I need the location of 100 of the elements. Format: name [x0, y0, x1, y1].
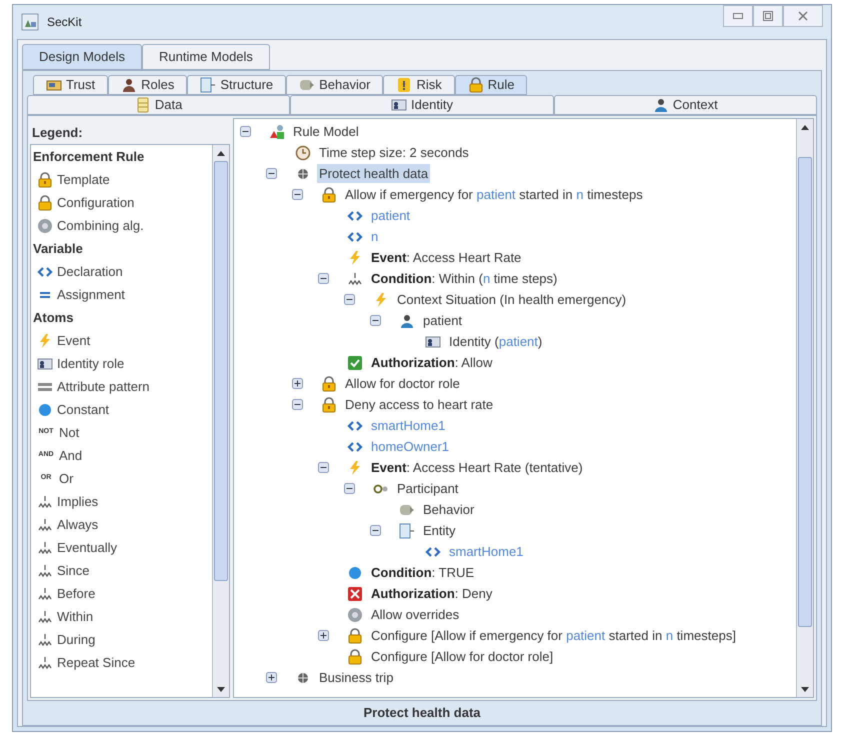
tab[interactable]: Behavior [286, 75, 384, 95]
person-icon [652, 97, 669, 113]
tree-node-label[interactable]: Time step size: 2 seconds [317, 142, 471, 162]
lightning-icon [347, 460, 363, 476]
person-icon [399, 312, 415, 328]
tree-node-label[interactable]: Deny access to heart rate [343, 394, 496, 414]
tree-node-label[interactable]: Allow for doctor role [343, 374, 462, 394]
tree-node-label[interactable]: Context Situation (In health emergency) [395, 290, 628, 310]
temporal-operator-icon [37, 632, 53, 648]
warning-icon [396, 77, 412, 93]
temporal-operator-icon [347, 270, 363, 286]
expand-icon[interactable] [318, 630, 329, 641]
tree-node-label[interactable]: n [369, 226, 380, 246]
legend-section-title: Variable [33, 240, 83, 258]
tab[interactable]: Risk [383, 75, 455, 95]
legend-item-label: Template [57, 170, 110, 189]
structure-icon [399, 522, 415, 538]
id-card-icon [391, 97, 408, 113]
legend-item-label: Declaration [57, 262, 123, 281]
expand-icon[interactable] [266, 672, 277, 683]
checkmark-icon [347, 354, 363, 370]
tree-node-label[interactable]: Behavior [421, 500, 476, 520]
collapse-icon[interactable] [344, 294, 355, 305]
close-button[interactable] [783, 5, 823, 27]
tree-node-label[interactable]: Identity (patient) [447, 332, 544, 352]
minimize-button[interactable] [723, 5, 753, 27]
tab[interactable]: Structure [187, 75, 286, 95]
temporal-operator-icon [37, 562, 53, 578]
structure-icon [200, 77, 216, 93]
collapse-icon[interactable] [292, 399, 303, 410]
collapse-icon[interactable] [266, 168, 277, 179]
tree-node-label[interactable]: Rule Model [291, 122, 361, 142]
id-card-icon [425, 334, 441, 350]
tree-node-label[interactable]: smartHome1 [447, 542, 526, 562]
scroll-bar[interactable] [212, 145, 229, 697]
expand-icon[interactable] [292, 378, 303, 389]
temporal-operator-icon [37, 516, 53, 532]
padlock-icon [321, 186, 337, 202]
collapse-icon[interactable] [240, 126, 251, 137]
tab[interactable]: Data [27, 95, 290, 115]
tab[interactable]: Roles [108, 75, 188, 95]
maximize-button[interactable] [753, 5, 783, 27]
status-bar-text: Protect health data [363, 704, 481, 722]
tree-node-label[interactable]: patient [369, 206, 412, 226]
tree-node-label[interactable]: Authorization: Deny [369, 584, 494, 604]
tree-node-label[interactable]: Event: Access Heart Rate [369, 248, 524, 268]
tree-node-label[interactable]: homeOwner1 [369, 436, 452, 456]
up-arrow-icon[interactable] [801, 124, 809, 130]
tree-node-label[interactable]: Allow if emergency for patient started in n timesteps [343, 184, 645, 204]
legend-item-label: Identity role [57, 354, 124, 373]
tree-node-label[interactable]: Protect health data [317, 164, 430, 184]
tree-node-label[interactable]: Condition: TRUE [369, 562, 476, 582]
tab[interactable]: Trust [33, 75, 108, 95]
tab[interactable]: Runtime Models [142, 44, 270, 70]
tree-node-label[interactable]: Configure [Allow for doctor role] [369, 646, 556, 666]
tree-node-label[interactable]: Event: Access Heart Rate (tentative) [369, 458, 585, 478]
gear-icon [347, 606, 363, 622]
tab[interactable]: Rule [454, 75, 528, 95]
down-arrow-icon[interactable] [801, 686, 809, 692]
circle-icon [37, 402, 53, 418]
lightning-icon [37, 332, 53, 348]
tree-node-label[interactable]: smartHome1 [369, 416, 448, 436]
temporal-operator-icon [37, 608, 53, 624]
tree-node-label[interactable]: Allow overrides [369, 604, 462, 624]
tree-node-label[interactable]: patient [421, 310, 464, 330]
tab[interactable]: Identity [290, 95, 554, 115]
padlock-icon [321, 376, 337, 392]
collapse-icon[interactable] [318, 273, 329, 284]
legend-item-label: Repeat Since [57, 654, 136, 672]
app-icon [21, 13, 39, 31]
collapse-icon[interactable] [370, 315, 381, 326]
collapse-icon[interactable] [344, 483, 355, 494]
tab[interactable]: Design Models [22, 44, 142, 70]
legend-item-label: Configuration [57, 194, 134, 212]
tab[interactable]: Context [554, 95, 817, 115]
temporal-operator-icon [37, 654, 53, 670]
legend-item-label: Since [57, 562, 90, 580]
tree-node-label[interactable]: Business trip [317, 668, 396, 688]
up-arrow-icon[interactable] [217, 150, 225, 156]
legend-item-label: Event [57, 332, 90, 350]
cross-icon [347, 586, 363, 602]
legend-item-label: Assignment [57, 286, 125, 304]
lightning-icon [373, 292, 389, 308]
temporal-operator-icon [37, 494, 53, 510]
tree-node-label[interactable]: Participant [395, 478, 460, 498]
scroll-bar[interactable] [796, 119, 813, 697]
down-arrow-icon[interactable] [217, 686, 225, 692]
legend-item-label: During [57, 630, 96, 649]
tree-node-label[interactable]: Configure [Allow if emergency for patient started in n timesteps] [369, 626, 738, 646]
collapse-icon[interactable] [292, 189, 303, 200]
tree-node-label[interactable]: Authorization: Allow [369, 352, 494, 372]
tree-node-label[interactable]: Entity [421, 520, 458, 540]
collapse-icon[interactable] [318, 462, 329, 473]
legend-item-label: Eventually [57, 538, 117, 557]
padlock-icon [347, 628, 363, 644]
collapse-icon[interactable] [370, 525, 381, 536]
tree-node-label[interactable]: Condition: Within (n time steps) [369, 268, 560, 288]
id-card-icon [37, 356, 53, 372]
padlock-icon [347, 648, 363, 664]
temporal-operator-icon [37, 586, 53, 602]
